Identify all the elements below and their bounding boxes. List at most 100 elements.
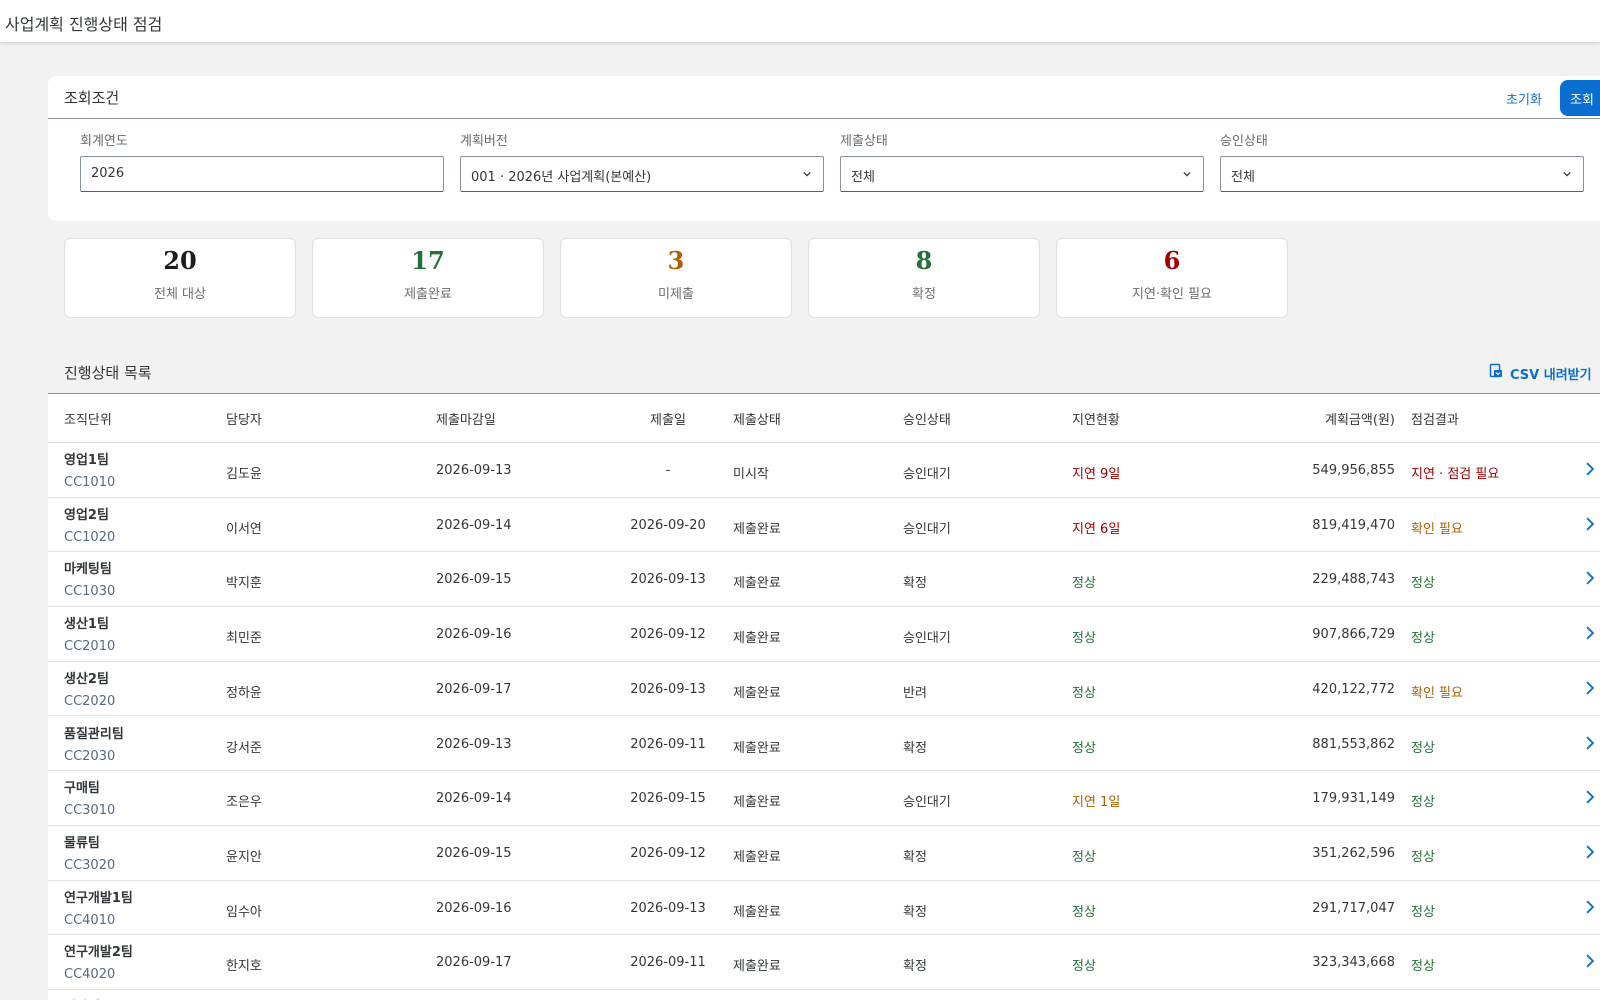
submit-date-cell: 2026-09-13	[630, 572, 706, 588]
submit-status-cell: 제출완료	[733, 959, 781, 975]
submit-date-cell: 2026-09-11	[630, 955, 706, 971]
chevron-right-icon[interactable]	[1585, 571, 1595, 585]
org-code: CC4020	[64, 967, 116, 983]
submit-date-cell: 2026-09-12	[630, 627, 706, 643]
chevron-right-icon[interactable]	[1585, 681, 1595, 695]
kpi-value: 20	[163, 246, 197, 275]
col-header-due-date[interactable]: 제출마감일	[436, 409, 496, 428]
col-header-submit-date[interactable]: 제출일	[598, 409, 738, 428]
due-date-cell: 2026-09-13	[436, 736, 512, 752]
org-code: CC2030	[64, 748, 116, 764]
due-date-cell: 2026-09-14	[436, 791, 512, 807]
kpi-card-delayed: 6 지연·확인 필요	[1056, 238, 1288, 318]
col-header-amount[interactable]: 계획금액(원)	[1248, 409, 1395, 428]
submit-date-cell: 2026-09-15	[630, 791, 706, 807]
table-row[interactable]: 마케팅팀 CC1030 박지훈 2026-09-15 2026-09-13 제출완료 확정 정…	[48, 552, 1600, 608]
table-row[interactable]: 구매팀 CC3010 조은우 2026-09-14 2026-09-15 제출완료 승인대기…	[48, 771, 1600, 826]
kpi-card-confirmed: 8 확정	[808, 238, 1040, 318]
submit-date-cell: 2026-09-13	[630, 681, 706, 697]
table-row[interactable]: 연구개발2팀 CC4020 한지호 2026-09-17 2026-09-11 제출완료 확…	[48, 935, 1600, 990]
submit-status-cell: 제출완료	[733, 904, 781, 920]
org-name: 인사팀	[64, 996, 100, 1000]
progress-table: 조직단위 담당자 제출마감일 제출일 제출상태 승인상태 지연현황 계획금액(원…	[48, 393, 1600, 1000]
result-cell: 정상	[1411, 849, 1435, 865]
table-row[interactable]: 연구개발1팀 CC4010 임수아 2026-09-16 2026-09-13 제출완료 확…	[48, 881, 1600, 936]
plan-version-select[interactable]: 001 · 2026년 사업계획(본예산)	[460, 156, 824, 192]
owner-cell: 윤지안	[226, 849, 262, 865]
table-row[interactable]: 품질관리팀 CC2030 강서준 2026-09-13 2026-09-11 제출완료 확정…	[48, 717, 1600, 772]
chevron-right-icon[interactable]	[1585, 954, 1595, 968]
table-header: 조직단위 담당자 제출마감일 제출일 제출상태 승인상태 지연현황 계획금액(원…	[48, 394, 1600, 443]
filter-panel: 조회조건 초기화 조회	[48, 76, 1600, 221]
submit-status-cell: 제출완료	[733, 685, 781, 701]
col-header-submit-status[interactable]: 제출상태	[733, 409, 781, 428]
kpi-label: 확정	[912, 287, 936, 302]
table-row[interactable]: 생산1팀 CC2010 최민준 2026-09-16 2026-09-12 제출완료 승인대…	[48, 607, 1600, 662]
approval-status-cell: 승인대기	[903, 631, 951, 647]
chevron-right-icon[interactable]	[1585, 517, 1595, 531]
table-row[interactable]: 생산2팀 CC2020 정하윤 2026-09-17 2026-09-13 제출완료 반려 정…	[48, 662, 1600, 717]
chevron-right-icon[interactable]	[1585, 790, 1595, 804]
submit-status-cell: 제출완료	[733, 795, 781, 811]
chevron-right-icon[interactable]	[1585, 736, 1595, 750]
approval-status-label: 승인상태	[1220, 134, 1268, 149]
approval-status-cell: 반려	[903, 685, 927, 701]
org-code: CC1010	[64, 475, 116, 490]
kpi-value: 8	[915, 246, 933, 275]
col-header-approval-status[interactable]: 승인상태	[903, 409, 951, 428]
result-cell: 정상	[1411, 904, 1435, 920]
table-row[interactable]: 영업2팀 CC1020 이서연 2026-09-14 2026-09-20 제출완료 승인대…	[48, 498, 1600, 553]
org-name: 연구개발1팀	[64, 890, 133, 906]
amount-cell: 549,956,855	[1312, 463, 1395, 478]
approval-status-cell: 확정	[903, 740, 927, 756]
amount-cell: 179,931,149	[1312, 791, 1395, 807]
submit-date-cell: 2026-09-11	[630, 736, 706, 752]
search-button[interactable]: 조회	[1560, 80, 1600, 116]
owner-cell: 강서준	[226, 740, 262, 756]
chevron-right-icon[interactable]	[1585, 462, 1595, 476]
result-cell: 정상	[1411, 576, 1435, 592]
owner-cell: 조은우	[226, 795, 262, 811]
table-row[interactable]: 물류팀 CC3020 윤지안 2026-09-15 2026-09-12 제출완료 확정 정상…	[48, 826, 1600, 881]
table-row[interactable]: 인사팀	[48, 990, 1600, 1000]
delay-cell: 정상	[1072, 904, 1096, 920]
result-cell: 확인 필요	[1411, 685, 1463, 701]
col-header-org[interactable]: 조직단위	[64, 409, 112, 428]
fiscal-year-value: 2026	[91, 166, 125, 181]
org-code: CC3020	[64, 857, 116, 873]
col-header-delay[interactable]: 지연현황	[1072, 409, 1120, 428]
amount-cell: 291,717,047	[1312, 900, 1395, 916]
result-cell: 정상	[1411, 959, 1435, 975]
result-cell: 지연 · 점검 필요	[1411, 467, 1500, 482]
col-header-result[interactable]: 점검결과	[1411, 409, 1459, 428]
kpi-card-not-submitted: 3 미제출	[560, 238, 792, 318]
table-row[interactable]: 영업1팀 CC1010 김도윤 2026-09-13 - 미시작 승인대기 지연 9일 549,…	[48, 443, 1600, 498]
chevron-right-icon[interactable]	[1585, 845, 1595, 859]
chevron-right-icon[interactable]	[1585, 900, 1595, 914]
delay-cell: 지연 9일	[1072, 467, 1121, 482]
amount-cell: 907,866,729	[1312, 627, 1395, 643]
col-header-owner[interactable]: 담당자	[226, 409, 262, 428]
org-name: 물류팀	[64, 835, 100, 851]
submit-date-cell: 2026-09-20	[630, 517, 706, 533]
org-name: 영업1팀	[64, 453, 109, 468]
org-code: CC1030	[64, 584, 116, 600]
amount-cell: 323,343,668	[1312, 955, 1395, 971]
submit-status-cell: 제출완료	[733, 521, 781, 537]
approval-status-select[interactable]: 전체	[1220, 156, 1584, 192]
submit-status-select[interactable]: 전체	[840, 156, 1204, 192]
csv-download-button[interactable]: CSV 내려받기	[1488, 362, 1600, 383]
kpi-value: 6	[1163, 246, 1181, 275]
org-code: CC2010	[64, 639, 116, 655]
kpi-label: 제출완료	[404, 287, 452, 302]
reset-button[interactable]: 초기화	[1489, 80, 1559, 116]
result-cell: 정상	[1411, 795, 1435, 811]
delay-cell: 정상	[1072, 631, 1096, 647]
chevron-right-icon[interactable]	[1585, 626, 1595, 640]
kpi-label: 지연·확인 필요	[1131, 287, 1213, 302]
plan-version-value: 001 · 2026년 사업계획(본예산)	[471, 170, 652, 185]
due-date-cell: 2026-09-16	[436, 900, 512, 916]
app-title: 사업계획 진행상태 점검	[5, 15, 163, 34]
approval-status-cell: 승인대기	[903, 521, 951, 537]
fiscal-year-input[interactable]: 2026	[80, 156, 444, 192]
